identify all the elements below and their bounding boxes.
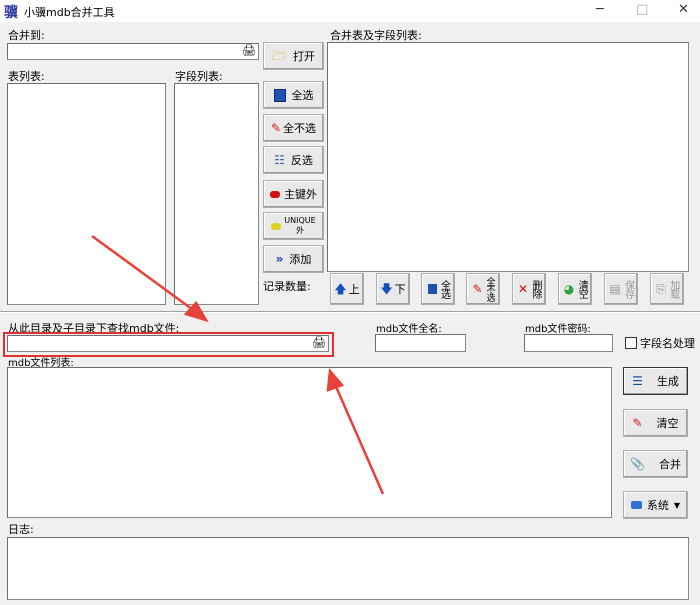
arrowhead-2 [326,367,345,392]
annotation-arrows [91,234,385,495]
annotation-arrow-1 [91,234,197,314]
annotation-arrow-2 [332,381,385,495]
